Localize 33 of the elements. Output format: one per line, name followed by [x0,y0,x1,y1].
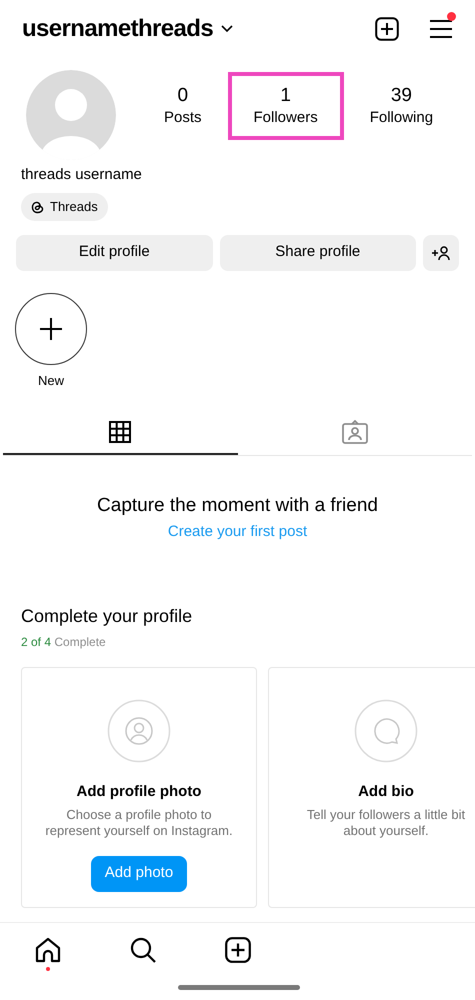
empty-state-title: Capture the moment with a friend [97,494,378,518]
highlight-label: New [38,372,64,390]
stat-item[interactable]: 0 Posts [138,72,228,140]
card-title: Add bio [358,782,414,802]
progress-text: 2 of 4 Complete [21,634,107,651]
stat-item[interactable]: 1 Followers [228,72,344,140]
chevron-down-icon[interactable] [221,25,234,33]
search-icon [130,936,156,962]
add-person-icon [431,244,451,260]
search-button[interactable] [130,936,156,962]
speech-bubble-icon [354,699,418,763]
profile-action-button[interactable]: Edit profile [16,234,212,270]
profile-name: threads username [21,165,143,185]
create-icon[interactable] [375,17,399,41]
stat-item[interactable]: 39 Following [344,72,460,140]
section-title: Complete your profile [21,605,194,628]
profile-photo-icon [107,699,171,763]
threads-badge[interactable]: Threads [21,192,108,220]
create-icon [224,936,250,962]
threads-icon [31,200,44,214]
tagged-person-icon [342,420,368,444]
profile-action-button[interactable]: Share profile [220,234,416,270]
new-highlight-button[interactable] [15,292,87,364]
menu-icon[interactable] [429,18,453,40]
grid-icon [109,420,132,442]
plus-icon [39,316,63,340]
username[interactable]: usernamethreads [22,11,214,47]
card-description: Choose a profile photo to represent yourself on Instagram. [44,806,234,838]
home-icon [34,936,60,962]
card-title: Add profile photo [76,782,202,802]
add-person-button[interactable] [423,234,459,270]
create-button[interactable] [224,936,250,962]
card-description: Tell your followers a little bit about yourself. [306,806,466,838]
